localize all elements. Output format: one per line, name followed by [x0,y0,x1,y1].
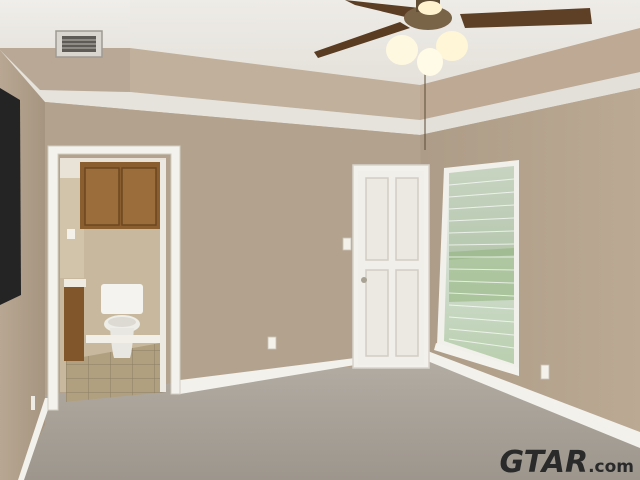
light-switch [342,237,352,251]
door-knob-icon [361,277,367,283]
wall-outlet [540,364,550,380]
bathroom-doorway [47,145,181,411]
watermark-brand: GTAR [499,445,589,480]
watermark-suffix: .com [588,457,634,477]
closet-door [352,164,430,369]
wall-outlet [267,336,277,350]
room-svg [0,0,640,480]
bathroom-vanity [64,283,84,361]
window [434,160,519,376]
wall-outlet [31,396,35,410]
room-photo: GTAR.com [0,0,640,480]
vent-icon [55,30,103,58]
tv-screen [0,88,21,305]
wall-cabinet [80,162,160,229]
gtar-watermark: GTAR.com [500,448,635,478]
